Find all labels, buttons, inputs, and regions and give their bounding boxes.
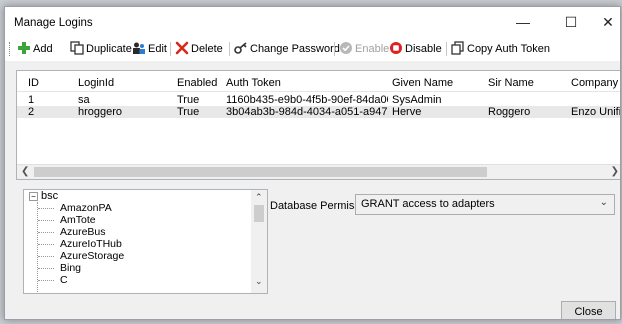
column-header-given-name[interactable]: Given Name (392, 77, 453, 89)
tree-item[interactable]: AmazonPA (60, 202, 112, 214)
table-row[interactable]: 1 sa True 1160b435-e9b0-4f5b-90ef-84da00… (17, 94, 620, 106)
logins-list-header: ID LoginId Enabled Auth Token Given Name… (17, 71, 620, 92)
cell-loginid: sa (78, 94, 90, 106)
collapse-icon[interactable]: − (29, 192, 38, 201)
change-password-button[interactable]: Change Password (234, 41, 340, 57)
horizontal-scroll-thumb[interactable] (34, 167, 487, 177)
close-window-button[interactable]: ✕ (593, 10, 620, 34)
add-icon (17, 41, 31, 55)
duplicate-label: Duplicate (86, 43, 132, 55)
toolbar-separator (334, 42, 335, 56)
horizontal-scrollbar[interactable]: ❮ ❯ (17, 164, 620, 179)
close-button[interactable]: Close (561, 301, 616, 319)
cell-auth-token: 3b04ab3b-984d-4034-a051-a947b42... (226, 106, 388, 118)
tree-item[interactable]: AmTote (60, 214, 96, 226)
title-bar: Manage Logins — ☐ ✕ (5, 7, 620, 37)
logins-list[interactable]: ID LoginId Enabled Auth Token Given Name… (16, 70, 621, 180)
duplicate-icon (70, 41, 84, 55)
column-header-company-name[interactable]: Company Nam (571, 77, 620, 89)
maximize-button[interactable]: ☐ (553, 10, 589, 34)
database-permission-value: GRANT access to adapters (361, 198, 495, 210)
tree-item[interactable]: AzureStorage (60, 250, 124, 262)
edit-label: Edit (148, 43, 167, 55)
copy-auth-token-button[interactable]: Copy Auth Token (451, 41, 550, 57)
tree-item[interactable]: Bing (60, 262, 81, 274)
cell-loginid: hroggero (78, 106, 123, 118)
column-header-sir-name[interactable]: Sir Name (488, 77, 534, 89)
stop-icon (389, 41, 403, 55)
cell-sir-name: Roggero (488, 106, 531, 118)
chevron-down-icon: ⌄ (599, 197, 608, 208)
table-row[interactable]: 2 hroggero True 3b04ab3b-984d-4034-a051-… (17, 106, 621, 118)
tree-item[interactable]: AzureIoTHub (60, 238, 122, 250)
manage-logins-window: Manage Logins — ☐ ✕ Add Duplicate Edit D… (4, 6, 621, 320)
vertical-scrollbar[interactable]: ⌃ ⌄ (251, 190, 267, 293)
enable-label: Enable (355, 43, 390, 55)
duplicate-button[interactable]: Duplicate (70, 41, 132, 57)
key-icon (234, 41, 248, 55)
cell-given-name: Herve (392, 106, 422, 118)
tree-root-bsc[interactable]: bsc (41, 190, 58, 202)
tree-item[interactable]: C (60, 274, 68, 286)
cell-enabled: True (177, 106, 200, 118)
disable-label: Disable (405, 43, 442, 55)
copy-icon (451, 41, 465, 55)
edit-users-icon (132, 41, 146, 55)
change-password-label: Change Password (250, 43, 340, 55)
minimize-button[interactable]: — (505, 10, 541, 34)
vertical-scroll-thumb[interactable] (254, 205, 264, 222)
scroll-down-icon[interactable]: ⌄ (255, 276, 263, 287)
cell-given-name: SysAdmin (392, 94, 442, 106)
cell-company-name: Enzo Unified (571, 106, 621, 118)
cell-enabled: True (177, 94, 200, 106)
delete-label: Delete (191, 43, 223, 55)
copy-auth-token-label: Copy Auth Token (467, 43, 550, 55)
toolbar-separator (170, 42, 171, 56)
tree-item[interactable]: AzureBus (60, 226, 106, 238)
column-header-loginid[interactable]: LoginId (78, 77, 114, 89)
scroll-left-icon[interactable]: ❮ (21, 165, 29, 179)
scroll-up-icon[interactable]: ⌃ (255, 192, 263, 203)
disable-button[interactable]: Disable (389, 41, 442, 57)
add-button[interactable]: Add (17, 41, 53, 57)
cell-id: 1 (28, 94, 35, 106)
toolbar-grip[interactable] (9, 42, 13, 56)
adapter-tree[interactable]: − bsc AmazonPA AmTote AzureBus AzureIoTH… (23, 189, 268, 294)
delete-button[interactable]: Delete (175, 41, 223, 57)
add-label: Add (33, 43, 53, 55)
column-header-auth-token[interactable]: Auth Token (226, 77, 281, 89)
edit-button[interactable]: Edit (132, 41, 167, 57)
toolbar: Add Duplicate Edit Delete Change Passwor… (5, 37, 620, 61)
scroll-right-icon[interactable]: ❯ (611, 165, 619, 179)
toolbar-separator (229, 42, 230, 56)
database-permission-select[interactable]: GRANT access to adapters ⌄ (355, 194, 615, 215)
cell-id: 2 (28, 106, 35, 118)
cell-auth-token: 1160b435-e9b0-4f5b-90ef-84da00f33... (226, 94, 388, 106)
delete-icon (175, 41, 189, 55)
check-circle-icon (339, 41, 353, 55)
enable-button[interactable]: Enable (339, 41, 389, 57)
column-header-enabled[interactable]: Enabled (177, 77, 217, 89)
window-title: Manage Logins (14, 17, 93, 29)
toolbar-separator (446, 42, 447, 56)
column-header-id[interactable]: ID (28, 77, 39, 89)
